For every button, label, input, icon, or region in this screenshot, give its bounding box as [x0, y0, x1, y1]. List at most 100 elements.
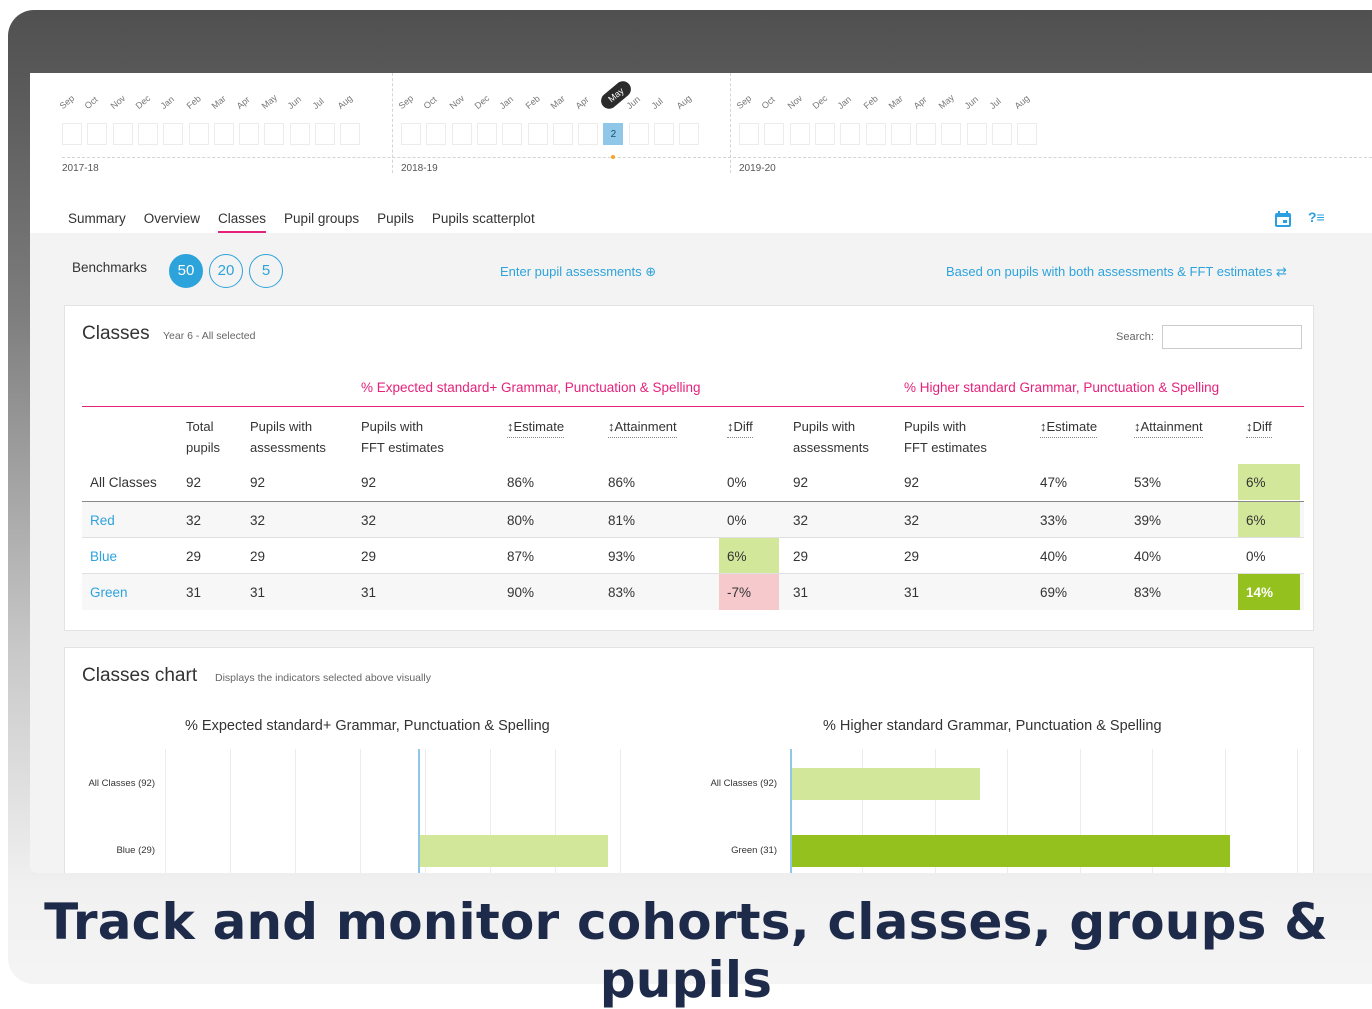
month-box[interactable] — [966, 123, 987, 145]
year-separator — [730, 73, 731, 173]
column-header[interactable]: Pupils with FFT estimates — [904, 416, 987, 458]
month-box[interactable] — [401, 123, 421, 145]
month-box[interactable] — [62, 123, 82, 145]
column-header[interactable]: ↕Estimate — [1040, 416, 1098, 438]
month-box[interactable] — [87, 123, 108, 145]
month-box[interactable] — [764, 123, 785, 145]
month-label: Sep — [396, 93, 416, 111]
month-label: Apr — [234, 94, 252, 111]
month-box[interactable] — [502, 123, 523, 145]
tab-pupils-scatterplot[interactable]: Pupils scatterplot — [432, 211, 535, 233]
month-box[interactable] — [315, 123, 335, 145]
month-box[interactable] — [890, 123, 911, 145]
month-label: Nov — [108, 93, 127, 111]
chart-gridline — [165, 749, 166, 873]
table-cell: 92 — [361, 475, 377, 490]
class-link[interactable]: Blue — [90, 549, 117, 564]
enter-pupil-assessments-link[interactable]: Enter pupil assessments ⊕ — [500, 264, 656, 280]
month-label: Mar — [548, 93, 567, 111]
tab-overview[interactable]: Overview — [144, 211, 200, 233]
month-box[interactable] — [865, 123, 886, 145]
chart-bar[interactable] — [420, 835, 608, 867]
column-header-line: ↕Attainment — [608, 416, 677, 438]
higher-standard-group-header: % Higher standard Grammar, Punctuation &… — [904, 380, 1220, 395]
month-box[interactable] — [289, 123, 310, 145]
month-label: Jul — [649, 95, 665, 111]
month-box[interactable] — [992, 123, 1012, 145]
month-box[interactable] — [188, 123, 209, 145]
month-label: Jul — [310, 95, 326, 111]
column-header[interactable]: Total pupils — [186, 416, 220, 458]
tab-summary[interactable]: Summary — [68, 211, 126, 233]
table-row: Green 31 31 31 90% 83% -7% 31 31 69% 83% 14% — [82, 573, 1304, 610]
calendar-icon[interactable] — [1274, 210, 1292, 228]
month-box-selected[interactable]: 2 — [603, 123, 624, 145]
based-on-pupils-link[interactable]: Based on pupils with both assessments & … — [946, 264, 1287, 280]
table-cell: 90% — [507, 585, 535, 600]
month-box[interactable] — [264, 123, 285, 145]
month-box[interactable] — [628, 123, 649, 145]
month-box[interactable] — [578, 123, 599, 145]
month-box[interactable] — [239, 123, 260, 145]
month-label: Jun — [624, 94, 642, 111]
column-header[interactable]: ↕Diff — [727, 416, 753, 438]
table-cell: 87% — [507, 549, 535, 564]
timeline-baseline — [62, 157, 1372, 158]
month-box[interactable] — [814, 123, 835, 145]
chart-category-label: All Classes (92) — [710, 778, 777, 789]
chart-panel-title: % Expected standard+ Grammar, Punctuatio… — [185, 718, 550, 734]
month-box[interactable] — [916, 123, 937, 145]
month-box[interactable] — [789, 123, 810, 145]
month-box[interactable] — [340, 123, 361, 145]
month-box[interactable] — [840, 123, 861, 145]
class-link[interactable]: Red — [90, 513, 115, 528]
month-box[interactable] — [654, 123, 674, 145]
table-cell: 29 — [904, 549, 920, 564]
column-header-line: pupils — [186, 440, 220, 455]
month-box[interactable] — [137, 123, 158, 145]
month-box[interactable] — [941, 123, 962, 145]
search-input[interactable] — [1162, 325, 1302, 349]
chart-bar[interactable] — [792, 835, 1231, 867]
month-box[interactable] — [476, 123, 497, 145]
tab-classes[interactable]: Classes — [218, 211, 267, 233]
help-menu-icon[interactable]: ?≡ — [1308, 209, 1325, 225]
column-header[interactable]: Pupils with assessments — [250, 416, 326, 458]
month-box[interactable] — [213, 123, 234, 145]
month-label: May — [936, 92, 957, 111]
month-box[interactable] — [739, 123, 759, 145]
table-cell: 83% — [1134, 585, 1162, 600]
month-label: Nov — [447, 93, 466, 111]
column-header[interactable]: ↕Estimate — [507, 416, 565, 438]
class-link[interactable]: Green — [90, 585, 128, 600]
column-header[interactable]: Pupils with assessments — [793, 416, 869, 458]
year-label: 2017-18 — [62, 163, 99, 174]
column-header[interactable]: ↕Diff — [1246, 416, 1272, 438]
month-box[interactable] — [679, 123, 700, 145]
benchmark-20-button[interactable]: 20 — [209, 254, 243, 288]
column-header[interactable]: ↕Attainment — [608, 416, 677, 438]
month-label: Feb — [861, 93, 880, 111]
month-box[interactable] — [426, 123, 447, 145]
tab-pupils[interactable]: Pupils — [377, 211, 414, 233]
chart-bar[interactable] — [792, 768, 980, 800]
column-header-line: ↕Estimate — [1040, 416, 1098, 438]
tab-pupil-groups[interactable]: Pupil groups — [284, 211, 359, 233]
table-cell: 92 — [904, 475, 920, 490]
month-box[interactable] — [163, 123, 184, 145]
column-header[interactable]: ↕Attainment — [1134, 416, 1203, 438]
table-cell: 32 — [250, 513, 266, 528]
table-cell: 53% — [1134, 475, 1162, 490]
table-cell: 40% — [1134, 549, 1162, 564]
month-box[interactable] — [552, 123, 573, 145]
table-cell: 93% — [608, 549, 636, 564]
column-header[interactable]: Pupils with FFT estimates — [361, 416, 444, 458]
benchmark-50-button[interactable]: 50 — [169, 254, 203, 288]
month-box[interactable] — [451, 123, 472, 145]
month-box[interactable] — [527, 123, 548, 145]
year-label: 2019-20 — [739, 163, 776, 174]
month-box[interactable] — [112, 123, 133, 145]
table-cell: 6% — [1246, 475, 1266, 490]
month-box[interactable] — [1017, 123, 1038, 145]
benchmark-5-button[interactable]: 5 — [249, 254, 283, 288]
